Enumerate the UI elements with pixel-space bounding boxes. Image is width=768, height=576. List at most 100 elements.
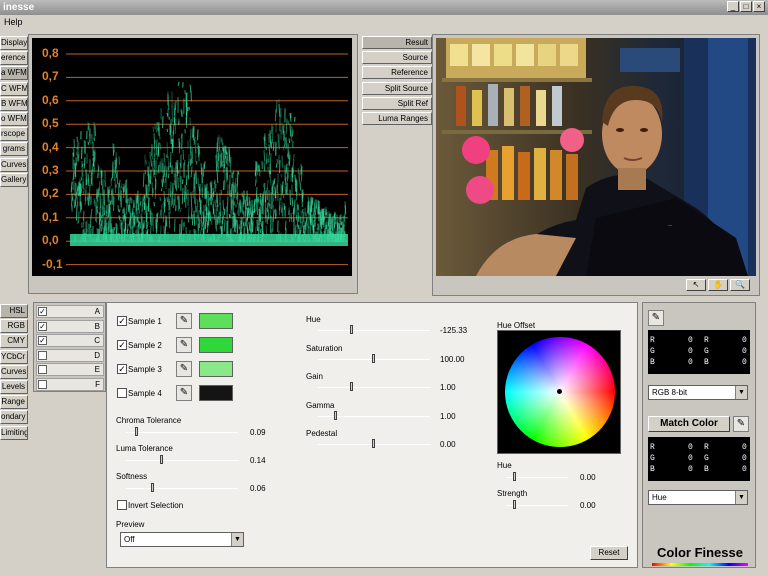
tolerance-slider-track[interactable]	[126, 432, 238, 433]
eyedropper-icon[interactable]: ✎	[176, 385, 192, 401]
sample-checkbox[interactable]: ✓	[117, 316, 127, 326]
left-tab-7[interactable]: ondary	[0, 410, 28, 425]
invert-selection-checkbox[interactable]	[117, 500, 127, 510]
left-tool-5[interactable]: o WFM	[0, 112, 28, 126]
hand-icon[interactable]: ✋	[708, 279, 728, 291]
sample-color-swatch[interactable]	[199, 385, 233, 401]
tolerance-slider-track[interactable]	[126, 460, 238, 461]
maximize-icon[interactable]: □	[740, 1, 752, 12]
left-tool-6[interactable]: rscope	[0, 127, 28, 142]
sample-checkbox[interactable]: ✓	[117, 364, 127, 374]
left-tool-1[interactable]: erence	[0, 51, 28, 66]
preview-value: Off	[124, 535, 135, 544]
left-tool-4[interactable]: B WFM	[0, 96, 28, 111]
channel-row[interactable]: ✓ A	[36, 305, 104, 318]
left-tool-7[interactable]: grams	[0, 142, 28, 157]
channel-row[interactable]: F	[36, 378, 104, 391]
adjust-slider-track[interactable]	[318, 330, 430, 331]
channel-row[interactable]: ✓ C	[36, 334, 104, 348]
left-tool-2[interactable]: a WFM	[0, 66, 28, 81]
readout-cell: G	[704, 347, 709, 356]
left-tool-0[interactable]: Display	[0, 36, 28, 50]
sample-color-swatch[interactable]	[199, 313, 233, 329]
channel-checkbox[interactable]	[38, 365, 47, 375]
left-tab-3[interactable]: YCbCr	[0, 349, 28, 364]
brand-logo: Color Finesse	[648, 544, 752, 566]
channel-checkbox[interactable]: ✓	[38, 307, 47, 316]
video-frame-image: ~	[436, 38, 756, 276]
left-tool-3[interactable]: C WFM	[0, 81, 28, 96]
channel-row[interactable]: E	[36, 363, 104, 377]
left-tab-2[interactable]: CMY	[0, 334, 28, 349]
channel-checkbox[interactable]: ✓	[38, 336, 47, 346]
rgb-readout-target: R 0 R 0 G 0 G 0 B 0 B 0	[648, 437, 750, 481]
hue-offset-center-point[interactable]	[557, 389, 562, 394]
left-tab-1[interactable]: RGB	[0, 319, 28, 334]
view-button-2[interactable]: Reference	[362, 66, 432, 80]
waveform-graph	[66, 53, 348, 266]
eyedropper-icon[interactable]: ✎	[176, 337, 192, 353]
adjust-slider-thumb[interactable]	[349, 325, 353, 334]
reset-button[interactable]: Reset	[590, 546, 628, 560]
waveform-tick-label: 0,0	[42, 233, 59, 248]
channel-checkbox[interactable]: ✓	[38, 321, 47, 331]
adjust-slider-track[interactable]	[318, 387, 430, 388]
channel-row[interactable]: D	[36, 348, 104, 362]
eyedropper-icon[interactable]: ✎	[176, 313, 192, 329]
match-color-button[interactable]: Match Color	[648, 416, 730, 432]
view-button-5[interactable]: Luma Ranges	[362, 112, 432, 125]
eyedropper-icon[interactable]: ✎	[176, 361, 192, 377]
channel-letter: B	[94, 321, 100, 331]
eyedropper-icon[interactable]: ✎	[733, 416, 749, 432]
menu-help[interactable]: Help	[4, 17, 23, 27]
waveform-tick-label: 0,2	[42, 186, 59, 201]
left-tab-0[interactable]: HSL	[0, 304, 28, 318]
adjust-slider-thumb[interactable]	[372, 439, 375, 448]
sample-color-swatch[interactable]	[199, 361, 233, 377]
view-button-0[interactable]: Result	[362, 36, 432, 49]
adjust-slider-thumb[interactable]	[349, 382, 353, 391]
eyedropper-icon[interactable]: ✎	[648, 310, 664, 326]
sample-checkbox[interactable]: ✓	[117, 340, 127, 350]
left-tab-8[interactable]: Limiting	[0, 425, 28, 440]
tolerance-slider-thumb[interactable]	[150, 483, 154, 492]
rgb-mode-select[interactable]: RGB 8-bit ▼	[648, 385, 748, 400]
left-tab-6[interactable]: Range	[0, 395, 28, 410]
preview-select[interactable]: Off ▼	[120, 532, 244, 547]
view-button-1[interactable]: Source	[362, 51, 432, 65]
tolerance-slider-thumb[interactable]	[159, 455, 163, 464]
adjust-slider-thumb[interactable]	[372, 353, 375, 363]
channel-checkbox[interactable]	[38, 380, 47, 389]
offset-slider-thumb[interactable]	[513, 500, 517, 509]
channel-letter: F	[95, 380, 100, 389]
left-tool-8[interactable]: Curves	[0, 157, 28, 172]
adjust-value: 100.00	[440, 354, 465, 364]
zoom-icon[interactable]: 🔍	[730, 279, 750, 291]
offset-value: 0.00	[580, 501, 596, 510]
svg-text:~: ~	[668, 223, 672, 230]
readout-cell: 0	[742, 443, 747, 452]
match-mode-select[interactable]: Hue ▼	[648, 490, 748, 505]
channel-row[interactable]: ✓ B	[36, 319, 104, 333]
readout-cell: G	[650, 454, 655, 463]
offset-slider-thumb[interactable]	[513, 472, 517, 481]
tolerance-slider-track[interactable]	[126, 488, 238, 489]
channel-checkbox[interactable]	[38, 350, 47, 360]
left-tab-4[interactable]: Curves	[0, 364, 28, 379]
chevron-down-icon: ▼	[735, 386, 747, 399]
sample-color-swatch[interactable]	[199, 337, 233, 353]
left-tool-9[interactable]: Gallery	[0, 172, 28, 187]
arrow-icon[interactable]: ↖	[686, 279, 706, 291]
sample-checkbox[interactable]	[117, 388, 127, 398]
left-tab-5[interactable]: Levels	[0, 380, 28, 394]
close-icon[interactable]: ×	[753, 1, 765, 12]
tolerance-slider-thumb[interactable]	[135, 427, 139, 436]
adjust-slider-thumb[interactable]	[333, 410, 337, 420]
hue-offset-label: Hue Offset	[497, 321, 536, 330]
view-button-3[interactable]: Split Source	[362, 81, 432, 95]
waveform-tick-label: 0,7	[42, 69, 59, 84]
channel-letter: D	[94, 350, 100, 360]
waveform-tick-label: 0,3	[42, 163, 59, 177]
view-button-4[interactable]: Split Ref	[362, 96, 432, 110]
minimize-icon[interactable]: _	[727, 1, 739, 12]
